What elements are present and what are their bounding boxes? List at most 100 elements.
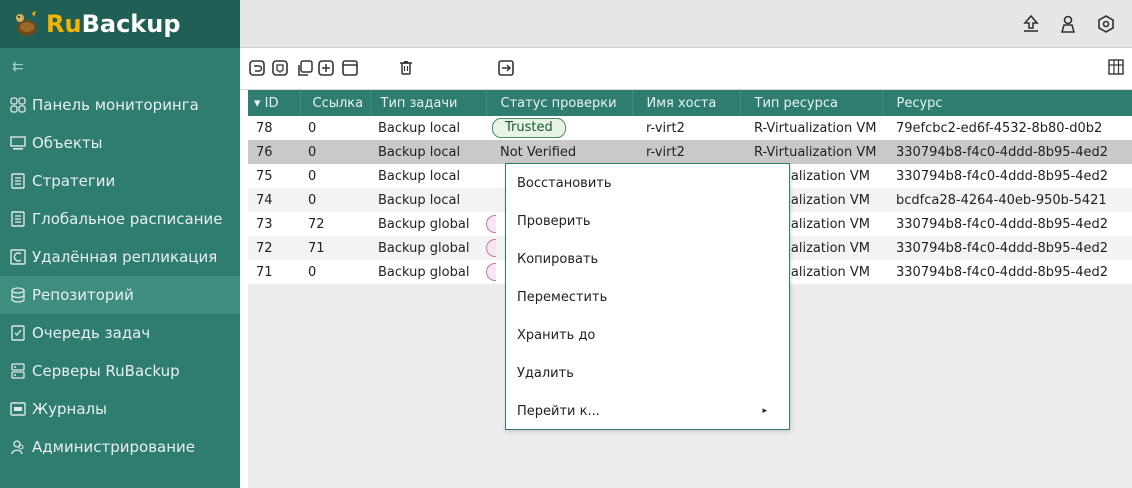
column-header-link[interactable]: Ссылка [300, 90, 371, 116]
status-badge-partial [486, 215, 496, 233]
menu-item-label: Удалить [517, 365, 574, 381]
menu-item-verify[interactable]: Проверить [506, 202, 789, 240]
column-header-task-type[interactable]: Тип задачи [370, 90, 487, 116]
sidebar-item-repository[interactable]: Репозиторий [0, 276, 240, 314]
sidebar: Ru Backup ⇇ Панель мониторинга Объекты Ст… [0, 0, 240, 488]
delete-icon[interactable] [397, 59, 415, 77]
cell-id: 75 [256, 168, 273, 184]
menu-item-delete[interactable]: Удалить [506, 354, 789, 392]
app-logo[interactable]: Ru Backup [0, 0, 240, 48]
cell-link: 0 [308, 192, 317, 208]
collapse-icon: ⇇ [12, 59, 24, 75]
column-header-id[interactable]: ▾ ID [248, 90, 301, 116]
cell-resource: 330794b8-f4c0-4ddd-8b95-4ed2 [896, 240, 1109, 256]
table-settings-icon[interactable] [1108, 59, 1126, 77]
cell-host: r-virt2 [646, 120, 685, 136]
sidebar-item-dashboard[interactable]: Панель мониторинга [0, 86, 240, 124]
sidebar-item-task-queue[interactable]: Очередь задач [0, 314, 240, 352]
cell-resource: 330794b8-f4c0-4ddd-8b95-4ed2 [896, 216, 1109, 232]
submenu-arrow-icon: ▸ [762, 406, 767, 416]
sidebar-item-administration[interactable]: Администрирование [0, 428, 240, 466]
goto-icon[interactable] [497, 59, 515, 77]
table-row-selected[interactable]: 76 0 Backup local Not Verified r-virt2 R… [248, 140, 1132, 164]
server-icon [11, 363, 25, 379]
sidebar-item-objects[interactable]: Объекты [0, 124, 240, 162]
menu-item-label: Хранить до [517, 327, 596, 343]
sidebar-item-remote-replication[interactable]: Удалённая репликация [0, 238, 240, 276]
menu-item-move[interactable]: Переместить [506, 278, 789, 316]
sidebar-collapse-button[interactable]: ⇇ [0, 48, 240, 86]
status-badge-partial [486, 263, 496, 281]
toolbar [240, 48, 1132, 90]
sidebar-item-global-schedule[interactable]: Глобальное расписание [0, 200, 240, 238]
sidebar-item-label: Глобальное расписание [32, 210, 223, 228]
menu-item-label: Переместить [517, 289, 608, 305]
document-icon [11, 173, 25, 189]
upload-icon[interactable] [1020, 13, 1042, 35]
column-header-resource-type[interactable]: Тип ресурса [740, 90, 883, 116]
logo-text-backup: Backup [81, 10, 181, 38]
sidebar-item-servers[interactable]: Серверы RuBackup [0, 352, 240, 390]
cell-resource: 79efcbc2-ed6f-4532-8b80-d0b2 [896, 120, 1103, 136]
sidebar-item-label: Репозиторий [32, 286, 134, 304]
cell-task-type: Backup global [378, 240, 470, 256]
status-badge-trusted: Trusted [492, 118, 566, 138]
cell-id: 73 [256, 216, 273, 232]
cell-id: 74 [256, 192, 273, 208]
users-icon [11, 440, 24, 455]
cell-status: Not Verified [500, 144, 577, 160]
cell-id: 71 [256, 264, 273, 280]
cell-id: 76 [256, 144, 273, 160]
sidebar-item-logs[interactable]: Журналы [0, 390, 240, 428]
replication-icon [10, 249, 26, 265]
cell-link: 0 [308, 120, 317, 136]
sidebar-item-label: Удалённая репликация [32, 248, 218, 266]
cell-link: 0 [308, 264, 317, 280]
menu-item-label: Перейти к... [517, 403, 600, 419]
context-menu: Восстановить Проверить Копировать Переме… [505, 163, 790, 430]
column-header-host-name[interactable]: Имя хоста [632, 90, 741, 116]
table-row[interactable]: 78 0 Backup local Trusted r-virt2 R-Virt… [248, 116, 1132, 140]
user-icon[interactable] [1057, 13, 1079, 35]
cell-id: 72 [256, 240, 273, 256]
monitor-icon [10, 136, 26, 150]
menu-item-copy[interactable]: Копировать [506, 240, 789, 278]
move-icon[interactable] [317, 59, 335, 77]
sidebar-item-label: Серверы RuBackup [32, 362, 180, 380]
database-icon [11, 287, 25, 303]
menu-item-label: Проверить [517, 213, 591, 229]
cell-task-type: Backup local [378, 192, 461, 208]
copy-icon[interactable] [296, 59, 314, 77]
menu-item-go-to[interactable]: Перейти к... ▸ [506, 392, 789, 430]
menu-item-restore[interactable]: Восстановить [506, 164, 789, 202]
verify-icon[interactable] [271, 59, 289, 77]
cell-task-type: Backup global [378, 264, 470, 280]
cell-task-type: Backup local [378, 144, 461, 160]
retention-icon[interactable] [341, 59, 359, 77]
cell-link: 71 [308, 240, 325, 256]
status-badge-partial [486, 239, 496, 257]
task-queue-icon [11, 325, 25, 341]
menu-item-keep-until[interactable]: Хранить до [506, 316, 789, 354]
cell-id: 78 [256, 120, 273, 136]
cell-task-type: Backup local [378, 168, 461, 184]
cell-task-type: Backup global [378, 216, 470, 232]
column-header-check-status[interactable]: Статус проверки [486, 90, 633, 116]
top-bar [240, 0, 1132, 48]
sidebar-item-strategies[interactable]: Стратегии [0, 162, 240, 200]
column-header-resource[interactable]: Ресурс [882, 90, 1132, 116]
sidebar-item-label: Журналы [32, 400, 107, 418]
sidebar-item-label: Стратегии [32, 172, 116, 190]
menu-item-label: Копировать [517, 251, 599, 267]
cell-task-type: Backup local [378, 120, 461, 136]
cell-resource: 330794b8-f4c0-4ddd-8b95-4ed2 [896, 168, 1109, 184]
cell-resource: 330794b8-f4c0-4ddd-8b95-4ed2 [896, 264, 1109, 280]
sidebar-item-label: Очередь задач [32, 324, 151, 342]
logo-text-ru: Ru [46, 10, 82, 38]
cell-link: 72 [308, 216, 325, 232]
sidebar-item-label: Администрирование [32, 438, 196, 456]
settings-icon[interactable] [1095, 13, 1117, 35]
schedule-icon [11, 211, 25, 227]
restore-icon[interactable] [248, 59, 266, 77]
cell-resource-type: R-Virtualization VM [754, 120, 877, 136]
